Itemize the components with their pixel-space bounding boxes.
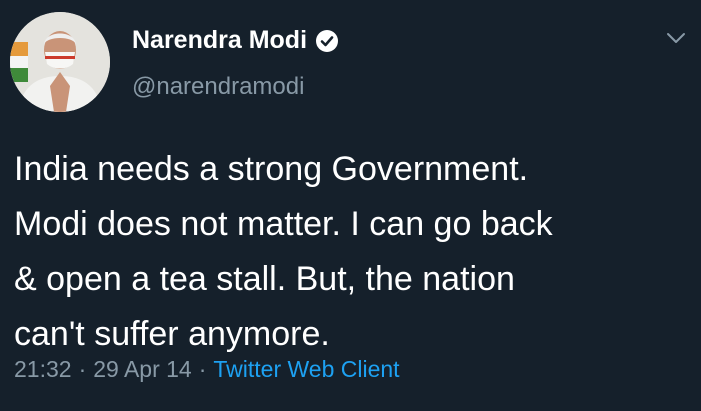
meta-separator: · [198,356,207,382]
tweet-source-link[interactable]: Twitter Web Client [213,356,399,383]
author-name-row[interactable]: Narendra Modi [132,26,339,55]
meta-separator: · [78,356,87,382]
tweet-date[interactable]: 29 Apr 14 [93,356,191,383]
tweet-metadata: 21:32 · 29 Apr 14 · Twitter Web Client [14,356,400,383]
tweet-card: Narendra Modi @narendramodi India needs … [0,0,701,411]
avatar-photo-icon [10,12,110,112]
verified-badge-icon [315,29,339,53]
tweet-text: India needs a strong Government. Modi do… [14,150,553,353]
avatar[interactable] [10,12,110,112]
tweet-time[interactable]: 21:32 [14,356,72,383]
display-name[interactable]: Narendra Modi [132,26,307,55]
chevron-down-icon[interactable] [665,30,687,46]
user-handle[interactable]: @narendramodi [132,73,304,101]
